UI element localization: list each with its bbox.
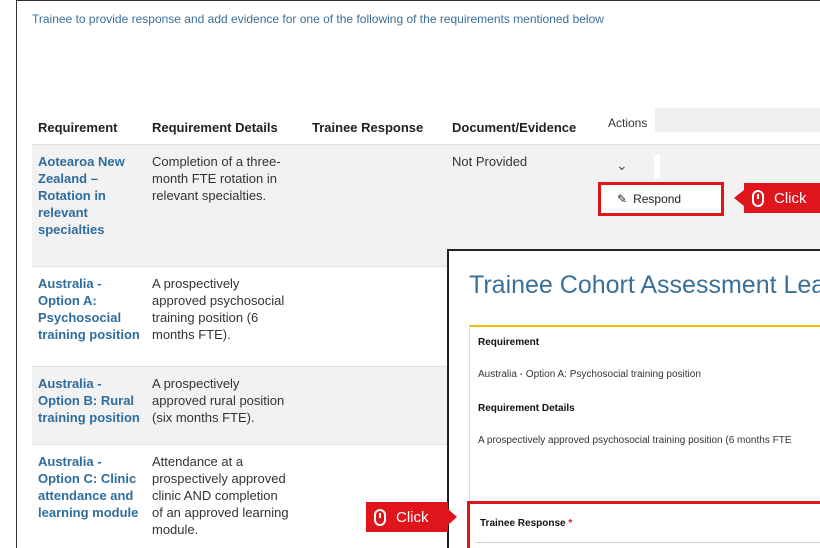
trainee-response-input[interactable]	[476, 542, 820, 548]
click-label: Click	[396, 508, 429, 526]
header-requirement-details: Requirement Details	[152, 120, 278, 135]
required-marker: *	[568, 518, 573, 529]
click-annotation: Click	[734, 183, 820, 213]
requirement-name[interactable]: Australia - Option C: Clinic attendance an…	[38, 453, 138, 521]
click-annotation: Click	[366, 502, 457, 532]
requirement-label: Requirement	[478, 337, 540, 348]
assessment-modal: Trainee Cohort Assessment Lea Requiremen…	[447, 249, 820, 548]
modal-title: Trainee Cohort Assessment Lea	[469, 271, 820, 299]
respond-button[interactable]: ✎ Respond	[598, 182, 724, 216]
requirement-details: A prospectively approved psychosocial trai…	[152, 276, 285, 342]
chevron-down-icon[interactable]: ⌄	[616, 157, 628, 174]
click-label: Click	[774, 189, 807, 207]
respond-label: Respond	[633, 192, 682, 206]
intro-text: Trainee to provide response and add evid…	[32, 12, 604, 26]
header-trainee-response: Trainee Response	[312, 120, 424, 135]
header-actions: Actions	[608, 116, 648, 130]
dropdown-edge	[654, 155, 660, 179]
requirement-details-label: Requirement Details	[478, 403, 575, 414]
edit-icon: ✎	[617, 192, 628, 206]
document-status: Not Provided	[452, 154, 528, 169]
requirement-name[interactable]: Australia - Option B: Rural training posit…	[38, 375, 140, 426]
requirement-details: Completion of a three-month FTE rotation…	[152, 154, 281, 203]
requirement-details: Attendance at a prospectively approved cli…	[152, 454, 289, 537]
requirement-details-value: A prospectively approved psychosocial tr…	[478, 435, 792, 446]
header-requirement: Requirement	[38, 120, 118, 135]
requirement-details: A prospectively approved rural position (s…	[152, 376, 285, 425]
trainee-response-section: Trainee Response *	[467, 501, 820, 548]
requirement-value: Australia - Option A: Psychosocial train…	[478, 369, 701, 380]
mouse-icon	[374, 508, 386, 526]
trainee-response-label: Trainee Response *	[480, 518, 573, 529]
header-document-evidence: Document/Evidence	[452, 120, 577, 135]
actions-header-bar	[655, 108, 820, 132]
table-header: Requirement Requirement Details Trainee …	[32, 108, 820, 144]
requirement-name[interactable]: Australia - Option A: Psychosocial training…	[38, 275, 140, 343]
requirement-name[interactable]: Aotearoa New Zealand – Rotation in relevant…	[38, 153, 142, 238]
mouse-icon	[752, 189, 764, 207]
